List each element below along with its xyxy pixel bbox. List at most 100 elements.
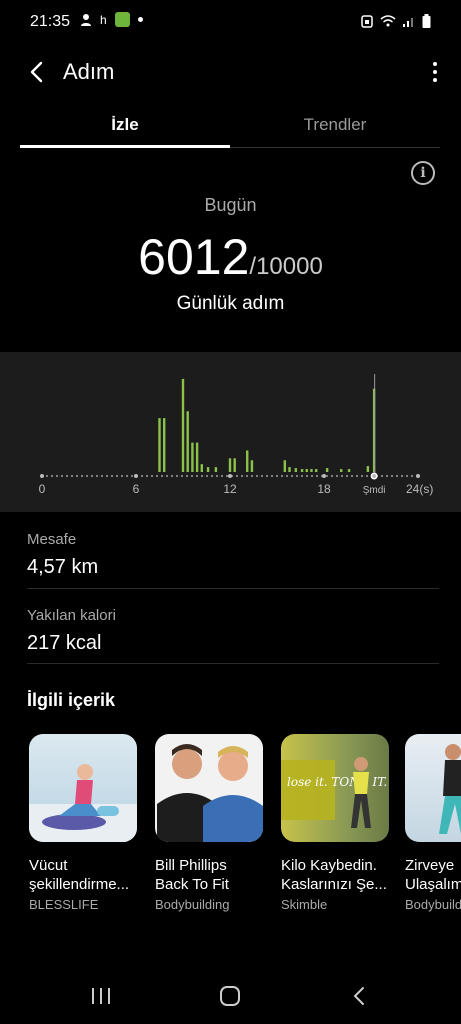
baseline-dot xyxy=(115,474,119,478)
status-time: 21:35 xyxy=(30,13,71,30)
baseline-dot xyxy=(275,474,279,478)
calories-label: Yakılan kalori xyxy=(27,607,116,624)
baseline-dot xyxy=(185,474,189,478)
content-title: Vücut şekillendirme... xyxy=(29,857,130,893)
content-thumbnail xyxy=(405,734,461,842)
chart-bar xyxy=(191,442,194,472)
back-arrow-icon[interactable] xyxy=(24,58,52,86)
recent-apps-icon[interactable] xyxy=(92,988,110,1004)
tick-dot xyxy=(40,474,44,478)
tick-label: 24(s) xyxy=(406,482,433,496)
baseline-dot xyxy=(360,474,364,478)
baseline-dot xyxy=(340,474,344,478)
baseline-dot xyxy=(65,474,69,478)
system-nav-bar xyxy=(0,974,461,1024)
chart-bar xyxy=(163,418,166,472)
content-title: Bill Phillips Back To Fit xyxy=(155,857,229,893)
chart-bar xyxy=(200,464,203,472)
baseline-dot xyxy=(210,474,214,478)
related-content-carousel[interactable]: Vücut şekillendirme... BLESSLIFE Bill Phi… xyxy=(29,734,461,924)
content-card[interactable]: Bill Phillips Back To Fit Bodybuilding xyxy=(155,734,263,912)
chart-bar xyxy=(158,418,161,472)
baseline-dot xyxy=(205,474,209,478)
baseline-dot xyxy=(200,474,204,478)
baseline-dot xyxy=(225,474,229,478)
tab-izle[interactable]: İzle xyxy=(20,100,230,148)
wifi-icon xyxy=(380,15,396,27)
baseline-dot xyxy=(355,474,359,478)
signal-icon xyxy=(403,18,413,27)
baseline-dot xyxy=(395,474,399,478)
baseline-dot xyxy=(120,474,124,478)
notification-letter: h xyxy=(100,12,107,27)
nav-back-icon[interactable] xyxy=(352,986,366,1006)
chart-bar xyxy=(206,467,210,472)
chart-bar xyxy=(246,450,249,472)
tick-dot xyxy=(416,474,420,478)
alarm-icon xyxy=(361,15,373,28)
status-notifications: h xyxy=(80,12,143,27)
baseline-dot xyxy=(165,474,169,478)
baseline-dot xyxy=(280,474,284,478)
baseline-dot xyxy=(180,474,184,478)
calories-stat[interactable]: Yakılan kalori 217 kcal xyxy=(27,607,437,655)
chart-bar xyxy=(283,460,287,472)
steps-chart[interactable]: 0 6 12 18 Şmdi 24(s) xyxy=(0,352,461,512)
baseline-dot xyxy=(195,474,199,478)
app-notification-icon xyxy=(114,12,130,27)
baseline-dot xyxy=(100,474,104,478)
content-title: Kilo Kaybedin. Kaslarınızı Şe... xyxy=(281,857,387,893)
thumb-text: lose it. TONE IT. xyxy=(287,775,387,789)
distance-value: 4,57 km xyxy=(27,556,99,578)
tick-label: Şmdi xyxy=(363,485,386,496)
page-title: Adım xyxy=(63,59,115,84)
tick-label: 0 xyxy=(39,482,46,496)
baseline-dot xyxy=(400,474,404,478)
baseline-dot xyxy=(80,474,84,478)
baseline-dot xyxy=(95,474,99,478)
chart-bar xyxy=(347,469,351,472)
content-source: BLESSLIFE xyxy=(29,897,99,912)
baseline-dot xyxy=(270,474,274,478)
content-thumbnail xyxy=(29,734,137,842)
content-source: Skimble xyxy=(281,897,328,912)
baseline-dot xyxy=(235,474,239,478)
info-icon[interactable]: i xyxy=(411,161,435,185)
tab-trendler[interactable]: Trendler xyxy=(230,100,440,148)
baseline-dot xyxy=(110,474,114,478)
baseline-dot xyxy=(150,474,154,478)
content-thumbnail: lose it. TONE IT. xyxy=(281,734,389,842)
content-source: Bodybuilding xyxy=(155,897,230,912)
more-notifications-icon xyxy=(137,17,143,22)
baseline-dot xyxy=(220,474,224,478)
chart-bar xyxy=(340,469,343,472)
chart-bar xyxy=(233,458,236,472)
content-card[interactable]: Vücut şekillendirme... BLESSLIFE xyxy=(29,734,137,912)
baseline-dot xyxy=(310,474,314,478)
steps-chart-svg: 0 6 12 18 Şmdi 24(s) xyxy=(39,374,433,496)
person-icon xyxy=(81,13,91,26)
baseline-dot xyxy=(85,474,89,478)
content-card[interactable]: ZirveyeUlaşalım Bodybuilding xyxy=(405,734,461,912)
chart-bar xyxy=(214,467,218,472)
baseline-dot xyxy=(145,474,149,478)
baseline-dot xyxy=(190,474,194,478)
baseline-dot xyxy=(305,474,309,478)
home-icon[interactable] xyxy=(220,986,240,1006)
distance-stat[interactable]: Mesafe 4,57 km xyxy=(27,531,437,579)
chart-bar xyxy=(325,468,329,472)
baseline-dot xyxy=(125,474,129,478)
baseline-dot xyxy=(240,474,244,478)
baseline-dot xyxy=(330,474,334,478)
chart-bar xyxy=(195,442,199,472)
content-card[interactable]: lose it. TONE IT. Kilo Kaybedin. Kasların… xyxy=(281,734,389,912)
steps-goal: /10000 xyxy=(249,253,323,280)
baseline-dot xyxy=(380,474,384,478)
baseline-dot xyxy=(60,474,64,478)
chart-bar xyxy=(294,468,297,472)
more-options-icon[interactable] xyxy=(429,58,441,86)
baseline-dot xyxy=(290,474,294,478)
baseline-dot xyxy=(385,474,389,478)
baseline-dot xyxy=(105,474,109,478)
tick-dot xyxy=(372,474,377,478)
